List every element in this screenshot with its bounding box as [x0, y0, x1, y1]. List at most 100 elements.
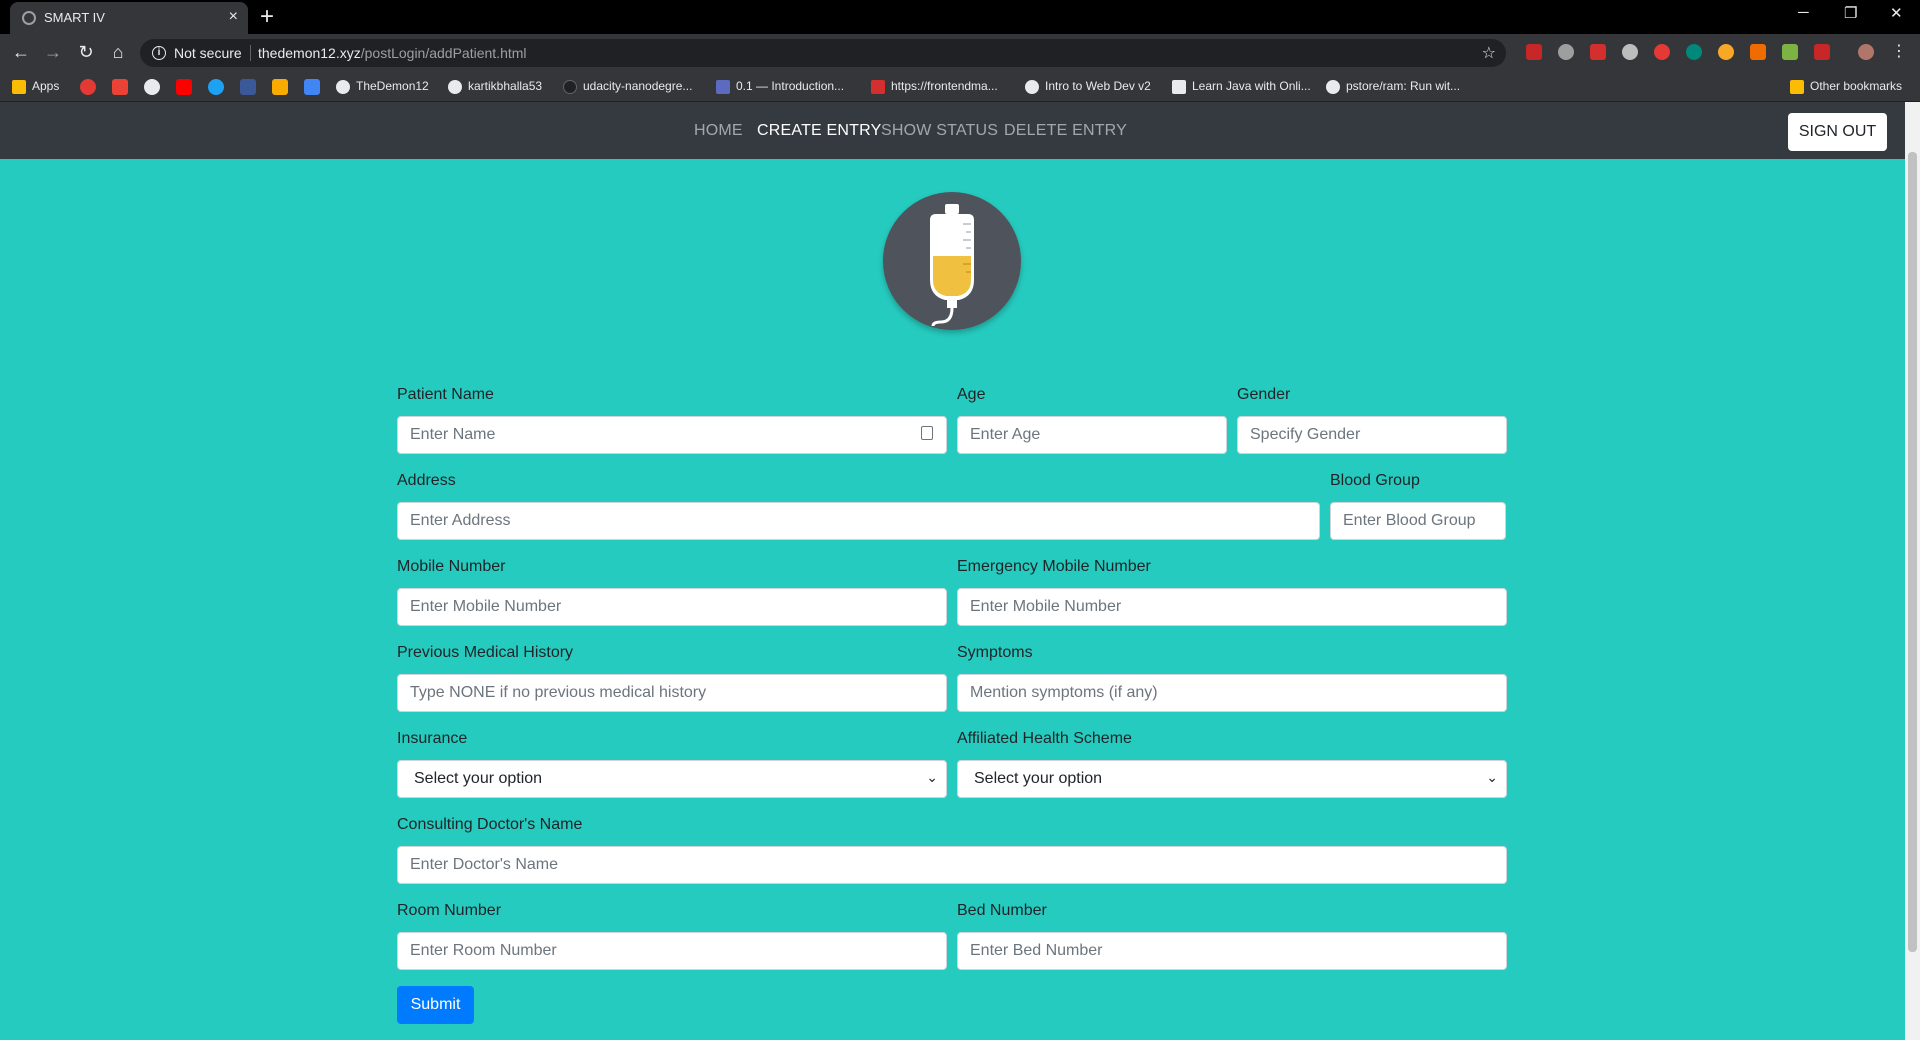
bookmark-item[interactable]: Intro to Web Dev v2: [1025, 70, 1151, 102]
bookmark-label: kartikbhalla53: [468, 79, 543, 93]
bookmark-item[interactable]: udacity-nanodegre...: [563, 70, 692, 102]
cpp-icon: [716, 79, 730, 94]
folder-icon: [1790, 79, 1804, 94]
gmail-icon[interactable]: [112, 79, 128, 95]
health-scheme-select[interactable]: Select your option ⌄: [957, 760, 1507, 798]
nav-show-status[interactable]: SHOW STATUS: [881, 122, 998, 140]
patient-name-input[interactable]: [397, 416, 947, 454]
twitter-icon[interactable]: [208, 79, 224, 95]
bookmark-item[interactable]: kartikbhalla53: [448, 70, 542, 102]
edx-icon: [1172, 79, 1186, 94]
github-icon: [563, 79, 577, 94]
new-tab-button[interactable]: +: [260, 3, 274, 31]
medical-history-input[interactable]: [397, 674, 947, 712]
url-text[interactable]: thedemon12.xyz/postLogin/addPatient.html: [258, 45, 527, 61]
bookmark-label: https://frontendma...: [891, 79, 998, 93]
extension-icon[interactable]: [1718, 44, 1734, 60]
nav-create-entry[interactable]: CREATE ENTRY: [757, 122, 882, 140]
nav-delete-entry[interactable]: DELETE ENTRY: [1004, 122, 1127, 140]
doctor-name-label: Consulting Doctor's Name: [397, 816, 583, 833]
bookmark-item[interactable]: https://frontendma...: [871, 70, 998, 102]
bookmark-item[interactable]: pstore/ram: Run wit...: [1326, 70, 1460, 102]
bookmark-item[interactable]: 0.1 — Introduction...: [716, 70, 844, 102]
extension-icon[interactable]: [1622, 44, 1638, 60]
youtube-icon[interactable]: [176, 79, 192, 95]
url-host: thedemon12.xyz: [258, 45, 361, 61]
home-icon[interactable]: ⌂: [106, 40, 130, 64]
other-bookmarks-label: Other bookmarks: [1810, 79, 1903, 93]
github-icon: [448, 79, 462, 94]
extension-icon[interactable]: [1750, 44, 1766, 60]
emergency-mobile-input[interactable]: [957, 588, 1507, 626]
apps-shortcut[interactable]: Apps: [12, 70, 59, 102]
bookmark-icon[interactable]: [304, 79, 320, 95]
health-scheme-label: Affiliated Health Scheme: [957, 730, 1132, 747]
page-scrollbar[interactable]: [1905, 102, 1920, 1040]
symptoms-label: Symptoms: [957, 644, 1033, 661]
bookmark-item[interactable]: Learn Java with Onli...: [1172, 70, 1311, 102]
bookmark-label: 0.1 — Introduction...: [736, 79, 845, 93]
browser-menu-icon[interactable]: ⋮: [1887, 40, 1911, 64]
analytics-icon[interactable]: [272, 79, 288, 95]
minimize-icon[interactable]: ─: [1798, 4, 1809, 21]
other-bookmarks[interactable]: Other bookmarks: [1790, 70, 1902, 102]
age-input[interactable]: [957, 416, 1227, 454]
apps-grid-icon: [12, 79, 26, 94]
bookmark-star-icon[interactable]: ☆: [1482, 43, 1496, 63]
extension-icon[interactable]: [1654, 44, 1670, 60]
medical-history-label: Previous Medical History: [397, 644, 574, 661]
submit-button[interactable]: Submit: [397, 986, 474, 1024]
restore-icon[interactable]: ❐: [1844, 4, 1857, 22]
extension-icon[interactable]: [1686, 44, 1702, 60]
emergency-mobile-label: Emergency Mobile Number: [957, 558, 1151, 575]
extension-icon[interactable]: [1814, 44, 1830, 60]
bookmark-item[interactable]: TheDemon12: [336, 70, 429, 102]
gender-label: Gender: [1237, 386, 1291, 403]
sign-out-button[interactable]: SIGN OUT: [1788, 113, 1887, 151]
extension-icon[interactable]: [1558, 44, 1574, 60]
symptoms-input[interactable]: [957, 674, 1507, 712]
bookmarks-bar: Apps TheDemon12 kartikbhalla53 udacity-n…: [0, 70, 1920, 102]
back-icon[interactable]: ←: [9, 40, 33, 64]
iv-bag-icon: [930, 204, 974, 327]
doctor-name-input[interactable]: [397, 846, 1507, 884]
scrollbar-thumb[interactable]: [1908, 152, 1917, 952]
room-number-input[interactable]: [397, 932, 947, 970]
tab-title: SMART IV: [44, 10, 105, 25]
nav-home[interactable]: HOME: [694, 122, 743, 140]
omnibox-divider: [250, 45, 251, 61]
bookmark-label: Learn Java with Onli...: [1192, 79, 1311, 93]
info-icon[interactable]: i: [152, 46, 166, 60]
chevron-down-icon: ⌄: [1486, 769, 1498, 785]
insurance-select[interactable]: Select your option ⌄: [397, 760, 947, 798]
blood-group-input[interactable]: [1330, 502, 1506, 540]
extension-icon[interactable]: [1526, 44, 1542, 60]
facebook-icon[interactable]: [240, 79, 256, 95]
browser-tabstrip: SMART IV × + ─ ❐ ✕: [0, 0, 1920, 34]
extension-icon[interactable]: [1590, 44, 1606, 60]
window-close-icon[interactable]: ✕: [1890, 4, 1903, 22]
globe-icon: [22, 11, 36, 25]
bookmark-label: TheDemon12: [356, 79, 429, 93]
bed-number-input[interactable]: [957, 932, 1507, 970]
autofill-key-icon[interactable]: [921, 426, 933, 440]
github-icon[interactable]: [144, 79, 160, 95]
address-bar[interactable]: i Not secure thedemon12.xyz/postLogin/ad…: [140, 39, 1506, 67]
bookmark-label: udacity-nanodegre...: [583, 79, 693, 93]
tab-close-icon[interactable]: ×: [229, 8, 238, 26]
profile-avatar[interactable]: [1858, 44, 1874, 60]
browser-tab[interactable]: SMART IV ×: [10, 2, 248, 34]
address-input[interactable]: [397, 502, 1320, 540]
github-icon: [1326, 79, 1340, 94]
bookmark-icon[interactable]: [80, 79, 96, 95]
mobile-number-input[interactable]: [397, 588, 947, 626]
forward-icon[interactable]: →: [41, 40, 65, 64]
bookmark-label: pstore/ram: Run wit...: [1346, 79, 1461, 93]
reload-icon[interactable]: ↻: [74, 40, 98, 64]
extension-icon[interactable]: [1782, 44, 1798, 60]
security-indicator[interactable]: Not secure: [174, 45, 242, 61]
apps-label: Apps: [32, 79, 60, 93]
blood-group-label: Blood Group: [1330, 472, 1420, 489]
gender-input[interactable]: [1237, 416, 1507, 454]
iv-bag-logo: [883, 192, 1021, 330]
